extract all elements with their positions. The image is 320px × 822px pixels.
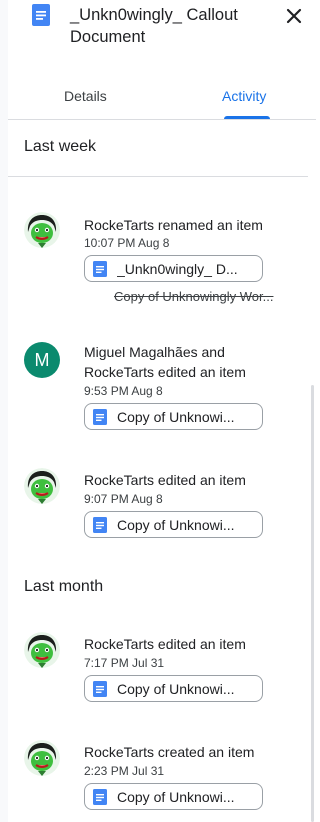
google-docs-icon — [93, 516, 107, 533]
avatar — [24, 468, 60, 504]
activity-description: Miguel Magalhães and RockeTarts edited a… — [84, 344, 246, 380]
section-heading-last-month: Last month — [24, 578, 104, 595]
file-chip[interactable]: _Unkn0wingly_ D... — [84, 255, 263, 282]
activity-timestamp: 7:17 PM Jul 31 — [84, 656, 165, 670]
scrollbar[interactable] — [310, 120, 316, 822]
avatar — [24, 212, 60, 248]
document-title: _Unkn0wingly_ Callout Document — [70, 6, 238, 46]
rocketarts-avatar-icon — [24, 740, 60, 776]
tab-selected-indicator — [224, 116, 270, 119]
left-gutter — [0, 0, 8, 822]
file-name: Copy of Unknowi... — [117, 516, 235, 533]
tab-activity[interactable]: Activity — [222, 88, 266, 104]
section-divider — [8, 176, 308, 177]
previous-file-name: Copy of Unknowingly Wor... — [114, 289, 274, 304]
avatar — [24, 632, 60, 668]
activity-panel: _Unkn0wingly_ Callout Document Details A… — [8, 0, 316, 822]
file-name: Copy of Unknowi... — [117, 408, 235, 425]
tab-details[interactable]: Details — [64, 88, 107, 104]
avatar — [24, 740, 60, 776]
avatar-letter: M — [34, 350, 50, 370]
activity-timestamp: 10:07 PM Aug 8 — [84, 236, 170, 250]
activity-timestamp: 2:23 PM Jul 31 — [84, 764, 165, 778]
activity-description: RockeTarts edited an item — [84, 472, 246, 488]
close-icon[interactable] — [280, 2, 308, 30]
activity-list[interactable]: Last week RockeTarts renamed an item 10:… — [8, 120, 316, 822]
file-name: Copy of Unknowi... — [117, 680, 235, 697]
file-name: Copy of Unknowi... — [117, 788, 235, 805]
section-heading-last-week: Last week — [24, 138, 97, 155]
scrollbar-thumb[interactable] — [311, 385, 314, 822]
avatar: M — [24, 342, 60, 378]
file-chip[interactable]: Copy of Unknowi... — [84, 783, 263, 810]
activity-timestamp: 9:07 PM Aug 8 — [84, 492, 163, 506]
rocketarts-avatar-icon — [24, 632, 60, 668]
google-docs-icon — [93, 408, 107, 425]
activity-description: RockeTarts renamed an item — [84, 217, 263, 233]
file-chip[interactable]: Copy of Unknowi... — [84, 511, 263, 538]
file-chip[interactable]: Copy of Unknowi... — [84, 675, 263, 702]
google-docs-icon — [93, 788, 107, 805]
file-chip[interactable]: Copy of Unknowi... — [84, 403, 263, 430]
google-docs-icon — [93, 260, 107, 277]
google-docs-icon — [93, 680, 107, 697]
activity-description: RockeTarts created an item — [84, 744, 255, 760]
google-docs-icon — [32, 4, 50, 26]
rocketarts-avatar-icon — [24, 468, 60, 504]
activity-timestamp: 9:53 PM Aug 8 — [84, 384, 163, 398]
tab-bar: Details Activity — [8, 74, 316, 120]
activity-description: RockeTarts edited an item — [84, 636, 246, 652]
file-name: _Unkn0wingly_ D... — [117, 260, 238, 277]
rocketarts-avatar-icon — [24, 212, 60, 248]
panel-header: _Unkn0wingly_ Callout Document — [8, 0, 316, 60]
